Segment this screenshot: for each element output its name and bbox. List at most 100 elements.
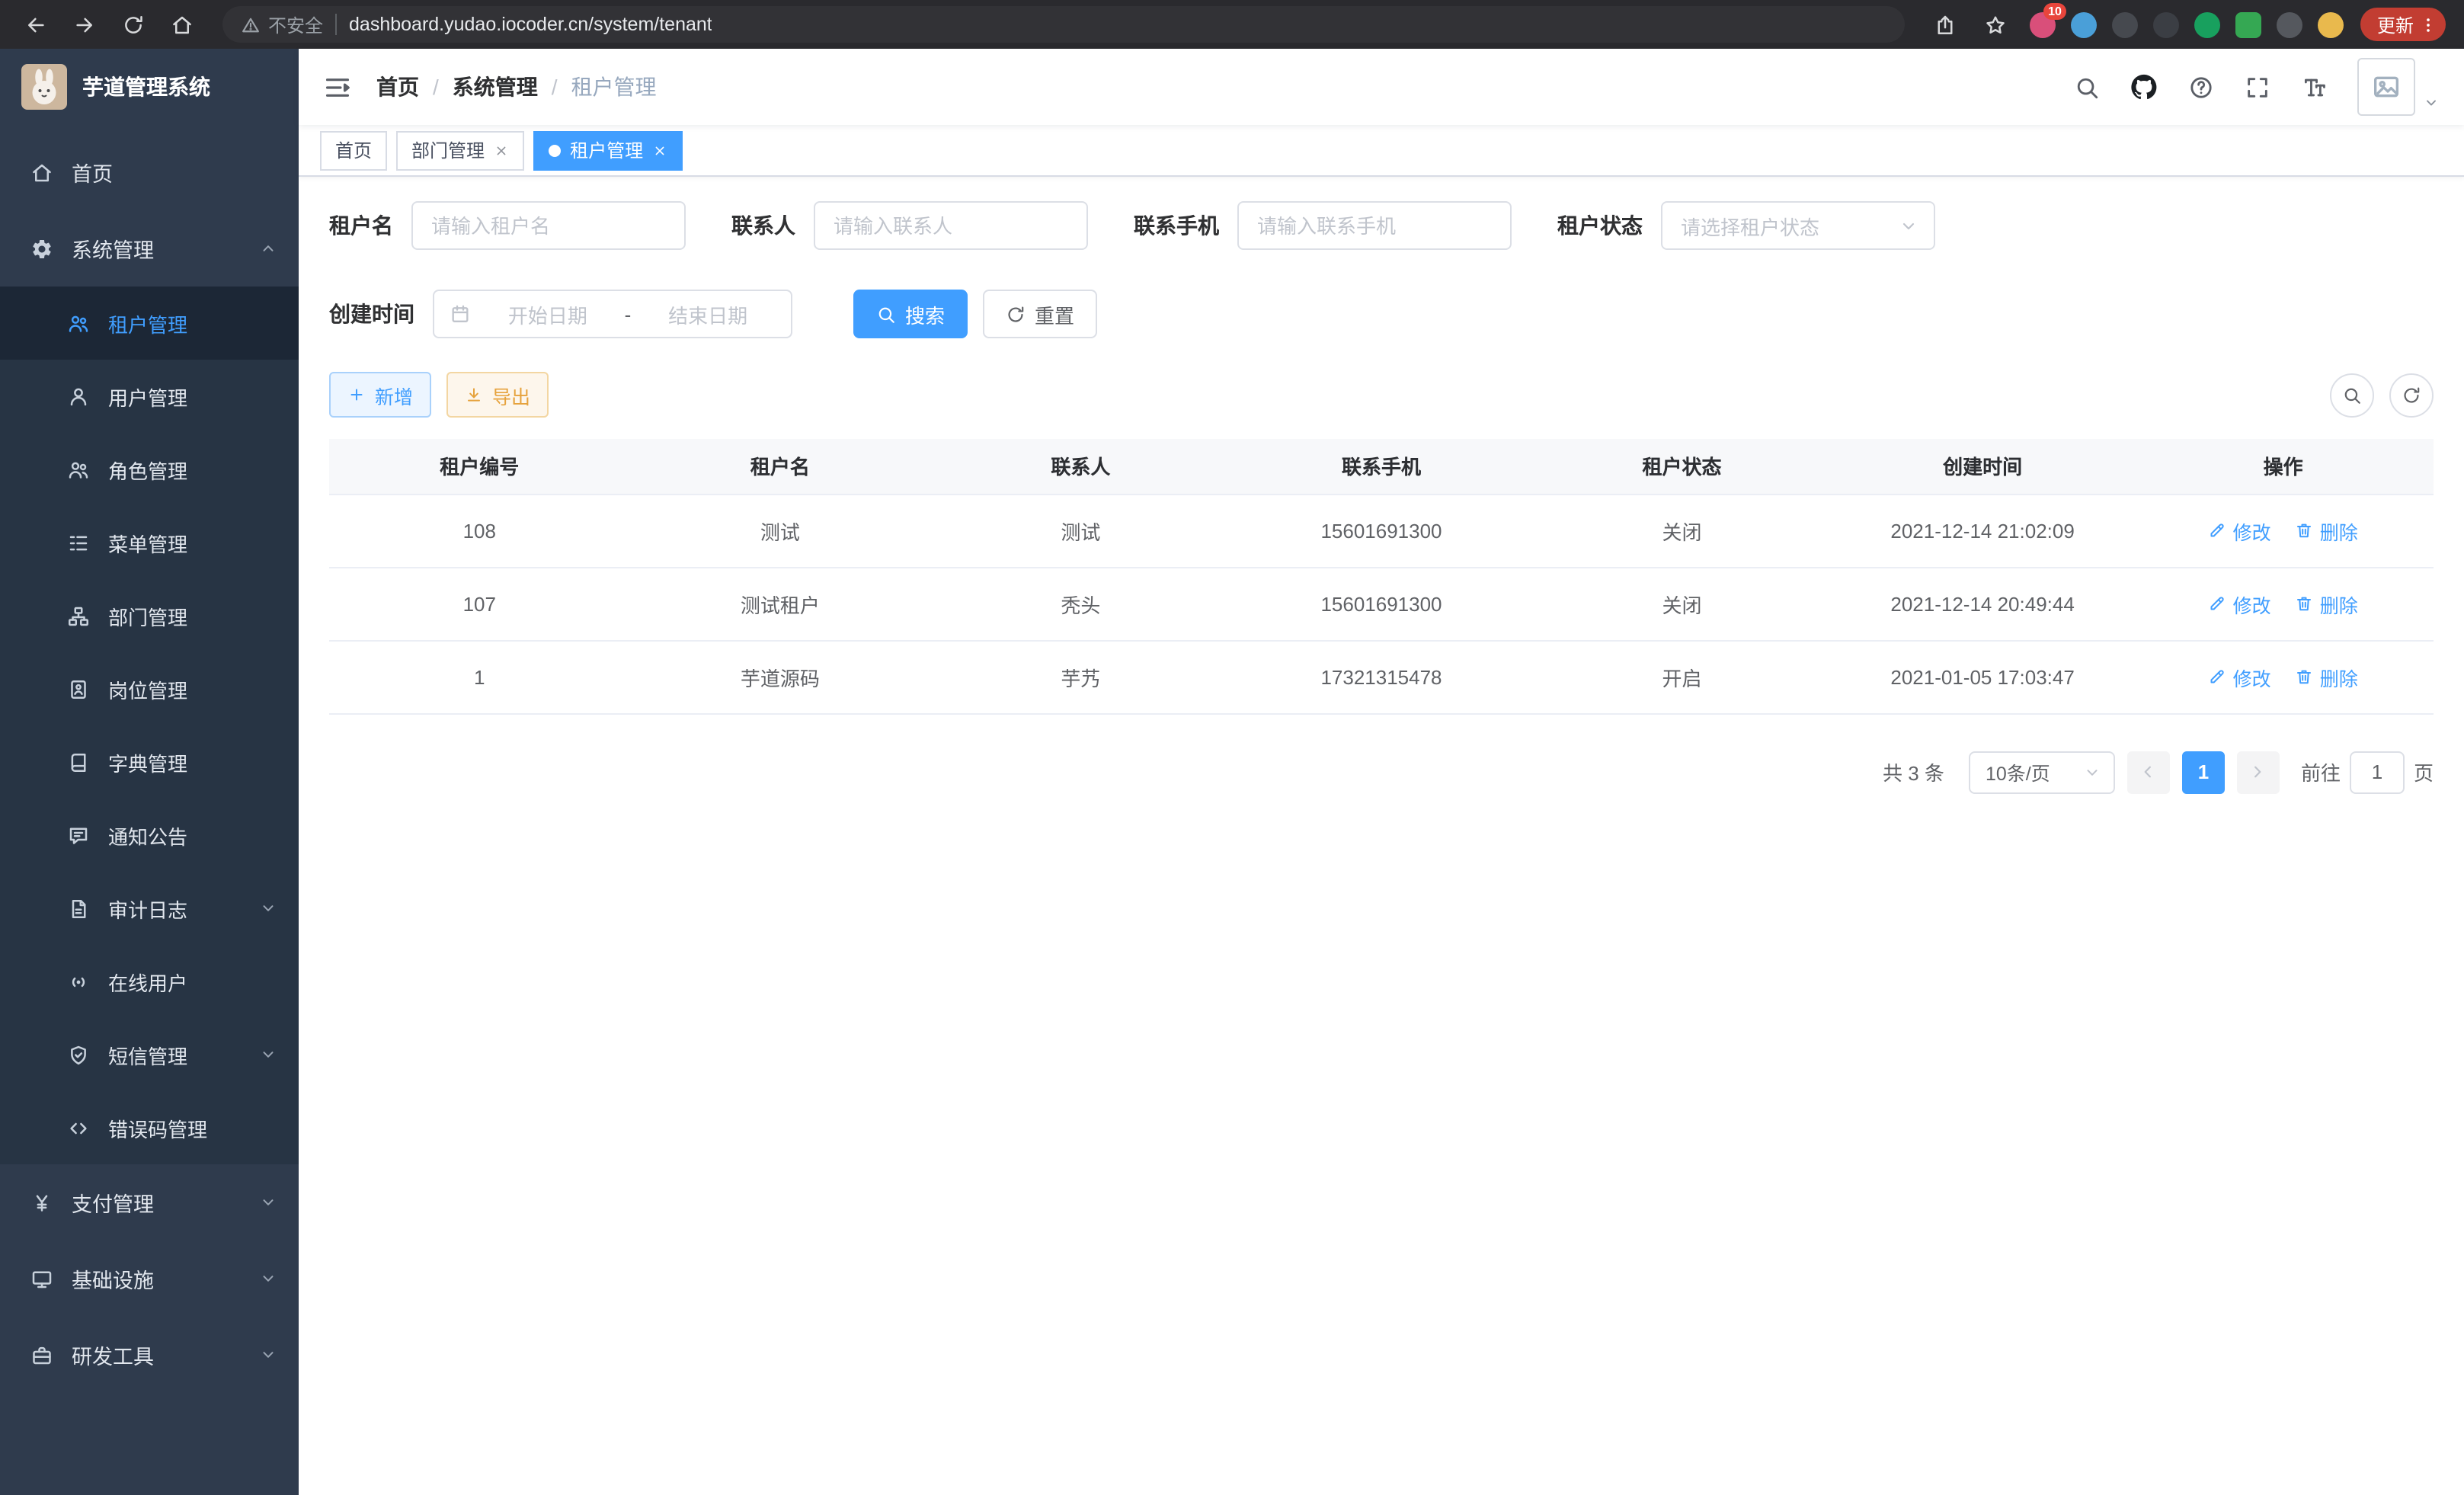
page-size-select[interactable]: 10条/页 (1969, 751, 2115, 793)
edit-link[interactable]: 修改 (2209, 516, 2271, 545)
phone-input[interactable] (1237, 201, 1512, 250)
sidebar-toggle-button[interactable] (323, 72, 352, 101)
sms-icon (67, 1043, 90, 1066)
chevron-up-icon (259, 239, 277, 258)
peoples-icon (67, 458, 90, 481)
header-search-button[interactable] (2074, 74, 2100, 100)
phone-label: 联系手机 (1134, 210, 1219, 241)
delete-link[interactable]: 删除 (2296, 516, 2358, 545)
font-size-button[interactable] (2301, 74, 2327, 100)
sidebar-item-notice[interactable]: 通知公告 (0, 799, 299, 872)
extension-6[interactable] (2235, 11, 2261, 37)
online-icon (67, 970, 90, 993)
sidebar-item-post[interactable]: 岗位管理 (0, 652, 299, 725)
app-logo-link[interactable]: 芋道管理系统 (0, 49, 299, 125)
tab-home[interactable]: 首页 (320, 130, 387, 170)
edit-icon (2209, 594, 2227, 613)
tab-tenant[interactable]: 租户管理 (533, 130, 683, 170)
sidebar-item-home[interactable]: 首页 (0, 134, 299, 210)
table-row: 1芋道源码芋艿17321315478开启2021-01-05 17:03:47修… (329, 640, 2434, 713)
extension-4[interactable] (2153, 11, 2179, 37)
sidebar-item-audit-log[interactable]: 审计日志 (0, 872, 299, 945)
sidebar-item-online-user[interactable]: 在线用户 (0, 945, 299, 1018)
prev-page-button[interactable] (2127, 751, 2170, 793)
browser-reload-button[interactable] (113, 5, 152, 44)
delete-link[interactable]: 删除 (2296, 662, 2358, 691)
next-page-button[interactable] (2237, 751, 2280, 793)
sidebar-item-label: 基础设施 (72, 1263, 277, 1294)
extension-badge: 10 (2043, 2, 2066, 19)
tenant-name-input[interactable] (411, 201, 686, 250)
browser-home-button[interactable] (162, 5, 201, 44)
contact-cell: 秃头 (930, 567, 1231, 640)
monitor-icon (30, 1267, 53, 1290)
page-content: 租户名 联系人 联系手机 租户状态 (299, 177, 2464, 1495)
fullscreen-button[interactable] (2245, 74, 2270, 100)
chevron-left-icon (2139, 762, 2158, 782)
create-time-range-picker[interactable]: 开始日期 - 结束日期 (433, 290, 792, 338)
search-button[interactable]: 搜索 (853, 290, 968, 338)
close-icon[interactable] (494, 142, 509, 158)
sidebar-item-label: 错误码管理 (108, 1113, 277, 1142)
security-indicator[interactable]: 不安全 (241, 11, 323, 37)
sidebar-item-infra[interactable]: 基础设施 (0, 1240, 299, 1317)
sidebar-item-dev-tool[interactable]: 研发工具 (0, 1317, 299, 1393)
sidebar-item-role[interactable]: 角色管理 (0, 433, 299, 506)
sidebar-item-system[interactable]: 系统管理 (0, 210, 299, 287)
sidebar-item-label: 租户管理 (108, 309, 277, 338)
extension-1[interactable]: 10 (2030, 11, 2056, 37)
browser-profile-avatar[interactable] (2318, 11, 2344, 37)
sidebar-item-dict[interactable]: 字典管理 (0, 725, 299, 799)
edit-link[interactable]: 修改 (2209, 589, 2271, 618)
share-button[interactable] (1929, 8, 1963, 41)
extension-3[interactable] (2112, 11, 2138, 37)
dict-icon (67, 751, 90, 773)
tab-dept[interactable]: 部门管理 (396, 130, 524, 170)
extension-7[interactable] (2277, 11, 2302, 37)
add-button[interactable]: 新增 (329, 372, 431, 418)
update-button[interactable]: 更新 (2360, 8, 2446, 41)
kebab-menu-icon[interactable] (2418, 14, 2438, 34)
contact-input[interactable] (814, 201, 1088, 250)
reset-button[interactable]: 重置 (983, 290, 1097, 338)
github-link[interactable] (2130, 73, 2158, 101)
help-button[interactable] (2188, 74, 2214, 100)
sidebar-item-dept[interactable]: 部门管理 (0, 579, 299, 652)
security-label: 不安全 (268, 11, 323, 37)
close-icon[interactable] (652, 142, 667, 158)
breadcrumb-item[interactable]: 系统管理 (453, 72, 571, 102)
extension-2[interactable] (2071, 11, 2097, 37)
sidebar-item-pay[interactable]: 支付管理 (0, 1164, 299, 1240)
user-avatar-menu[interactable] (2357, 58, 2440, 116)
sidebar-item-error-code[interactable]: 错误码管理 (0, 1091, 299, 1164)
sidebar-item-user[interactable]: 用户管理 (0, 360, 299, 433)
edit-link[interactable]: 修改 (2209, 662, 2271, 691)
breadcrumb-item[interactable]: 首页 (376, 72, 453, 102)
sidebar-item-menu[interactable]: 菜单管理 (0, 506, 299, 579)
export-button[interactable]: 导出 (446, 372, 549, 418)
chevron-down-icon (2083, 763, 2101, 781)
active-tab-dot (549, 144, 561, 156)
sidebar-item-sms[interactable]: 短信管理 (0, 1018, 299, 1091)
edit-icon (2209, 521, 2227, 539)
sidebar-item-label: 部门管理 (108, 601, 277, 630)
browser-forward-button[interactable] (64, 5, 104, 44)
delete-link-label: 删除 (2320, 662, 2358, 691)
toggle-search-button[interactable] (2330, 373, 2374, 417)
tenant-status-select[interactable]: 请选择租户状态 (1661, 201, 1935, 250)
browser-back-button[interactable] (15, 5, 55, 44)
delete-link[interactable]: 删除 (2296, 589, 2358, 618)
address-bar[interactable]: 不安全 dashboard.yudao.iocoder.cn/system/te… (222, 6, 1905, 43)
refresh-table-button[interactable] (2389, 373, 2434, 417)
column-header: 联系手机 (1231, 439, 1532, 494)
bookmark-button[interactable] (1979, 8, 2013, 41)
extension-5[interactable] (2194, 11, 2220, 37)
sidebar-item-tenant[interactable]: 租户管理 (0, 287, 299, 360)
home-icon (30, 161, 53, 184)
sidebar-item-label: 系统管理 (72, 233, 277, 264)
page-button-1[interactable]: 1 (2182, 751, 2225, 793)
contact-cell: 测试 (930, 494, 1231, 567)
share-icon (1934, 13, 1957, 36)
goto-page-input[interactable] (2350, 751, 2405, 793)
sidebar-item-label: 研发工具 (72, 1340, 277, 1370)
